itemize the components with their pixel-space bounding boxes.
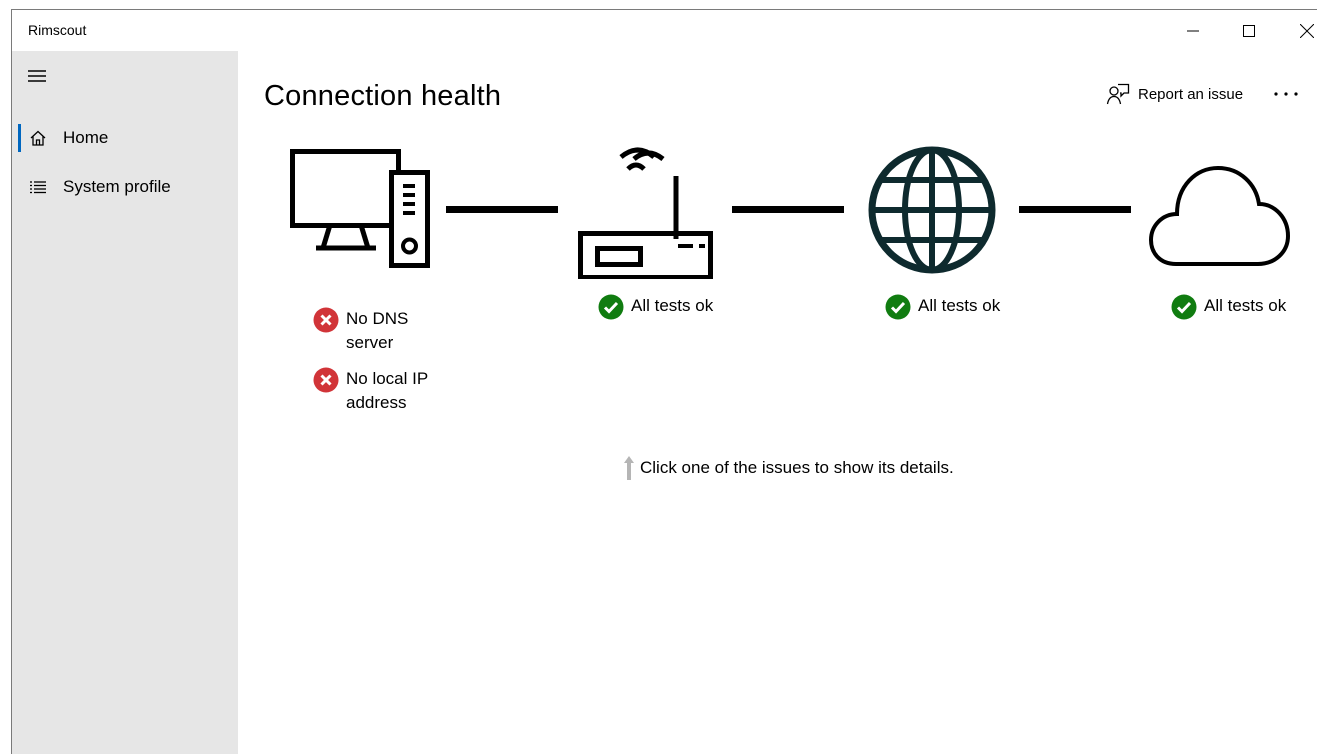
maximize-icon bbox=[1243, 24, 1255, 37]
close-button[interactable] bbox=[1284, 10, 1317, 51]
issue-text: No local IP address bbox=[346, 369, 429, 412]
router-status: All tests ok bbox=[598, 294, 713, 320]
cloud-icon bbox=[1148, 165, 1291, 266]
page-title: Connection health bbox=[264, 80, 502, 112]
computer-icon bbox=[290, 149, 430, 268]
connector-line bbox=[446, 206, 558, 213]
main-content: Connection health Report an issue No DNS… bbox=[238, 51, 1317, 754]
sidebar: Home System profile bbox=[12, 51, 238, 754]
app-title: Rimscout bbox=[28, 22, 87, 38]
status-text: All tests ok bbox=[918, 296, 1001, 315]
more-icon bbox=[1274, 92, 1298, 96]
internet-status: All tests ok bbox=[885, 294, 1000, 320]
minimize-button[interactable] bbox=[1170, 10, 1216, 51]
minimize-icon bbox=[1187, 30, 1199, 31]
close-icon bbox=[1300, 23, 1314, 38]
list-icon bbox=[30, 181, 46, 194]
connector-line bbox=[732, 206, 844, 213]
check-circle-icon bbox=[598, 294, 624, 320]
report-issue-button[interactable]: Report an issue bbox=[1106, 81, 1243, 107]
maximize-button[interactable] bbox=[1226, 10, 1272, 51]
error-icon bbox=[313, 367, 339, 393]
sidebar-item-home[interactable]: Home bbox=[12, 118, 238, 158]
globe-icon bbox=[868, 146, 996, 274]
app-window: Rimscout Home System profile Connection … bbox=[11, 9, 1317, 754]
cloud-status: All tests ok bbox=[1171, 294, 1286, 320]
home-icon bbox=[30, 130, 46, 146]
sidebar-item-label: System profile bbox=[63, 177, 171, 196]
title-bar: Rimscout bbox=[12, 10, 1317, 51]
sidebar-item-system-profile[interactable]: System profile bbox=[12, 167, 238, 207]
feedback-icon bbox=[1106, 83, 1130, 105]
router-icon bbox=[578, 147, 713, 279]
more-options-button[interactable] bbox=[1268, 81, 1304, 107]
hint-message: Click one of the issues to show its deta… bbox=[622, 455, 954, 481]
hamburger-icon[interactable] bbox=[26, 68, 48, 84]
sidebar-item-label: Home bbox=[63, 128, 109, 147]
issue-no-dns-server[interactable]: No DNS server bbox=[313, 307, 408, 355]
issue-no-local-ip-address[interactable]: No local IP address bbox=[313, 367, 428, 415]
status-text: All tests ok bbox=[1204, 296, 1287, 315]
report-issue-label: Report an issue bbox=[1138, 85, 1244, 103]
error-icon bbox=[313, 307, 339, 333]
hint-text: Click one of the issues to show its deta… bbox=[640, 458, 954, 477]
connector-line bbox=[1019, 206, 1131, 213]
issue-text: No DNS server bbox=[346, 309, 409, 352]
arrow-up-icon bbox=[624, 456, 634, 480]
check-circle-icon bbox=[1171, 294, 1197, 320]
selection-indicator bbox=[18, 124, 21, 152]
check-circle-icon bbox=[885, 294, 911, 320]
status-text: All tests ok bbox=[631, 296, 714, 315]
